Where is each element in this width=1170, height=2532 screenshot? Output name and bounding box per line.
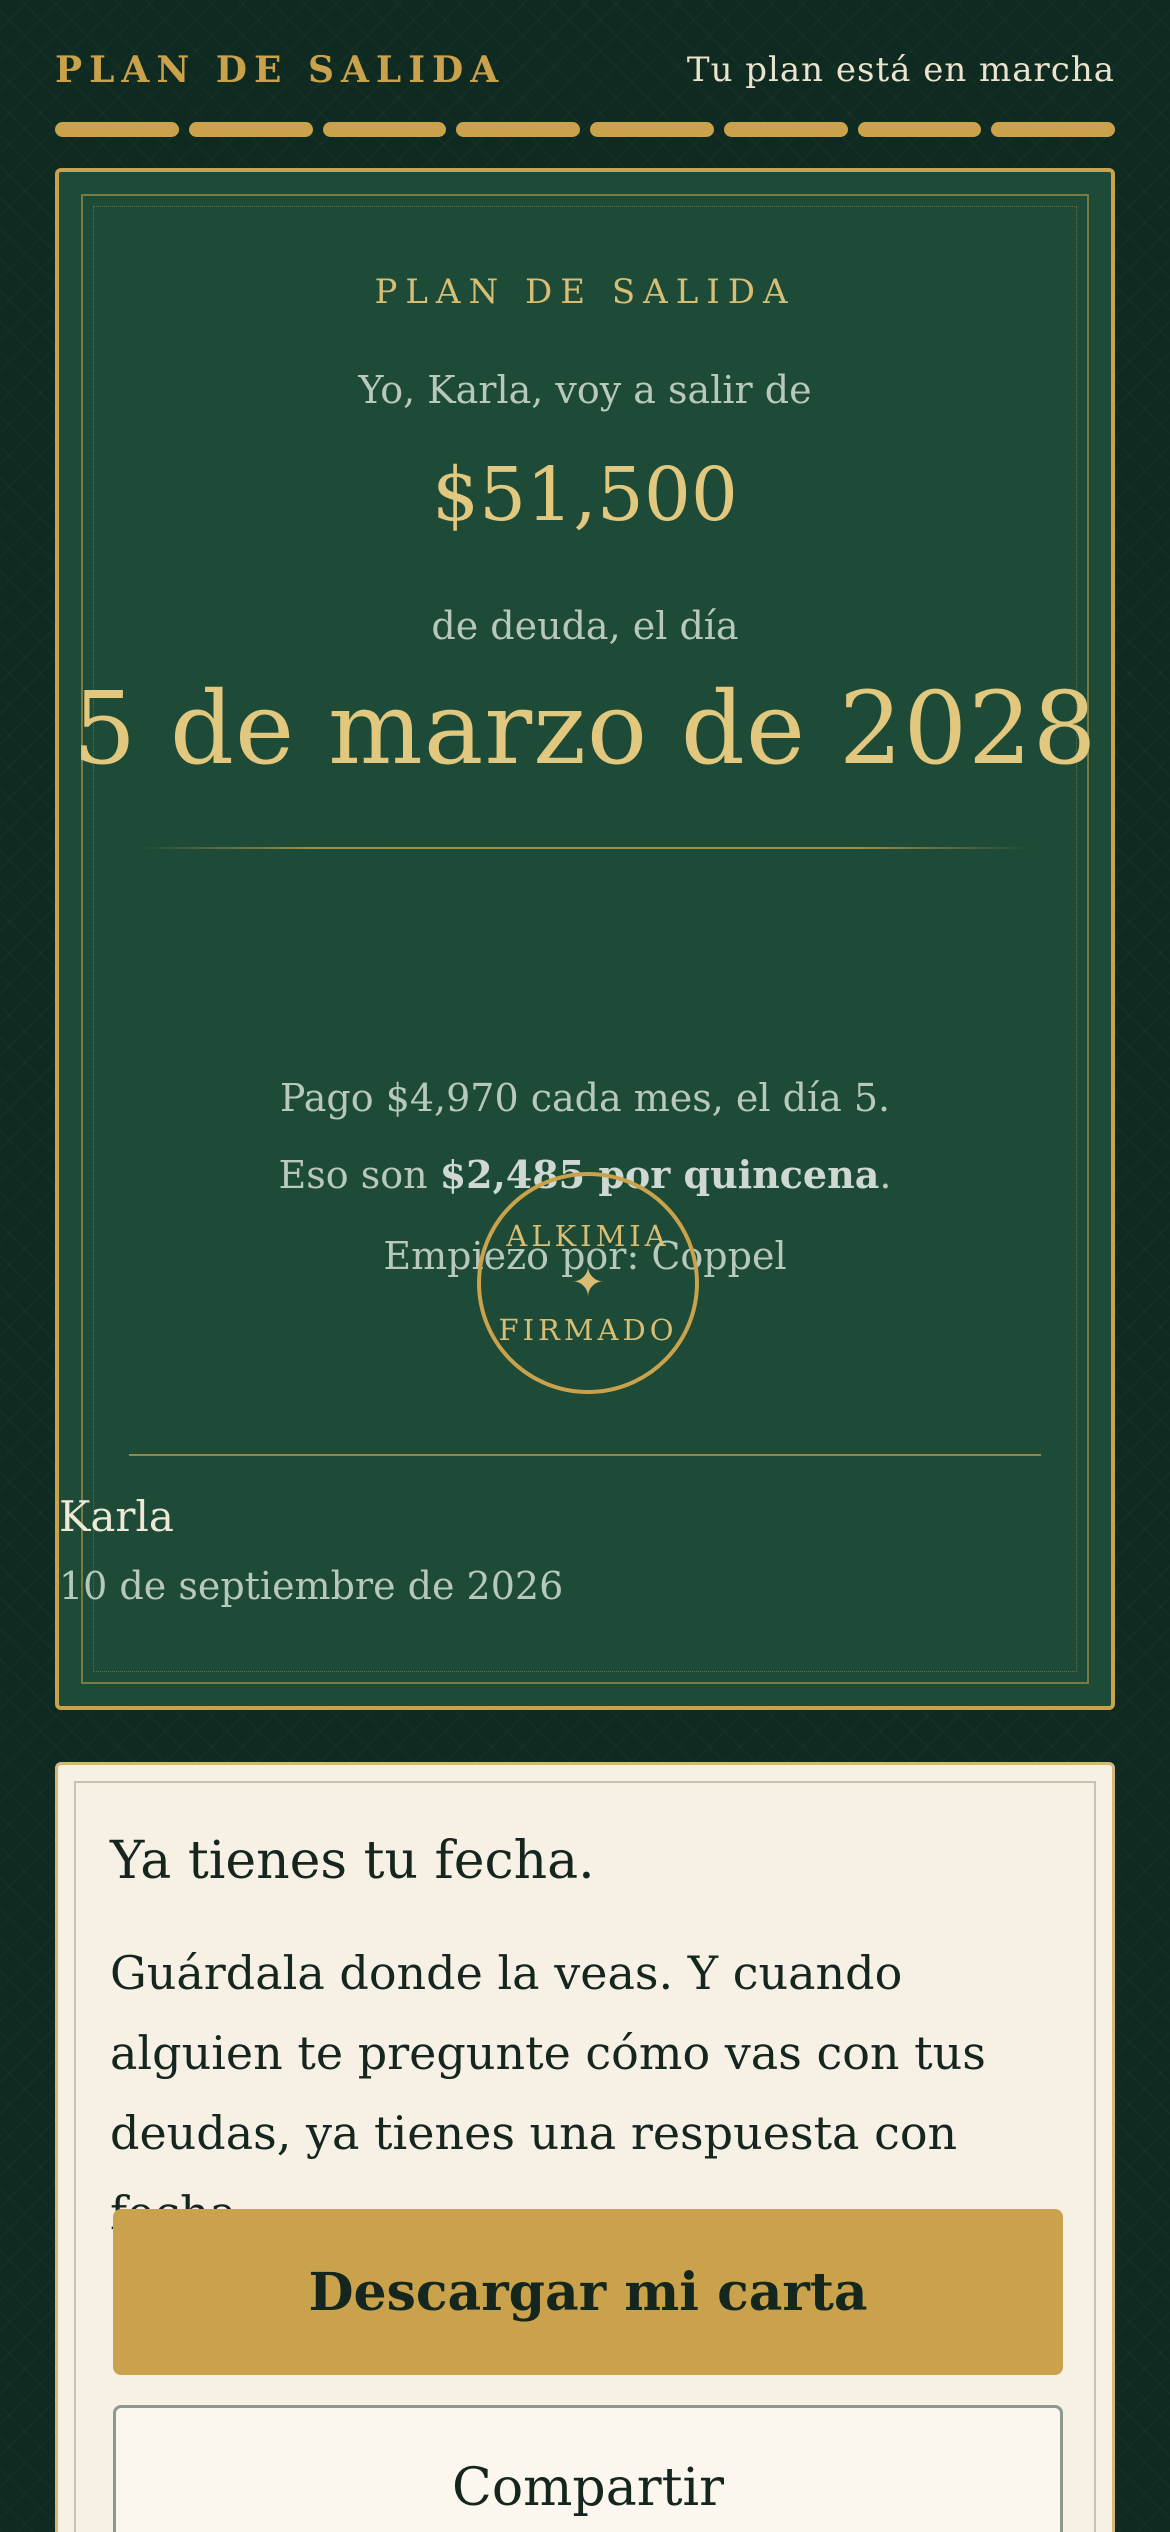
signature-date: 10 de septiembre de 2026 xyxy=(59,1564,564,1608)
signature-line xyxy=(129,1454,1041,1456)
progress-step xyxy=(857,122,982,137)
brand-title: PLAN DE SALIDA xyxy=(55,49,506,91)
exit-plan-certificate: PLAN DE SALIDA Yo, Karla, voy a salir de… xyxy=(55,168,1115,1710)
top-header: PLAN DE SALIDA Tu plan está en marcha xyxy=(55,40,1115,100)
debt-amount: $51,500 xyxy=(431,452,738,538)
signer-name: Karla xyxy=(59,1492,174,1541)
panel-heading: Ya tienes tu fecha. xyxy=(110,1831,595,1891)
certificate-title: PLAN DE SALIDA xyxy=(374,272,796,312)
monthly-payment: Pago $4,970 cada mes, el día 5. xyxy=(279,1076,891,1120)
biweekly-suffix: . xyxy=(879,1153,892,1197)
certificate-content: PLAN DE SALIDA Yo, Karla, voy a salir de… xyxy=(59,172,1111,1706)
progress-step xyxy=(991,122,1115,137)
progress-step xyxy=(55,122,179,137)
exit-date: 5 de marzo de 2028 xyxy=(72,670,1098,787)
share-button[interactable]: Compartir xyxy=(113,2405,1063,2532)
star-icon: ✦ xyxy=(571,1260,605,1306)
progress-step xyxy=(322,122,447,137)
debt-text: de deuda, el día xyxy=(431,604,739,648)
progress-step xyxy=(456,122,580,137)
biweekly-prefix: Eso son xyxy=(278,1153,440,1197)
download-letter-button[interactable]: Descargar mi carta xyxy=(113,2209,1063,2375)
progress-bar xyxy=(55,122,1115,138)
progress-step xyxy=(723,122,848,137)
plan-status: Tu plan está en marcha xyxy=(686,50,1115,90)
certificate-intro: Yo, Karla, voy a salir de xyxy=(358,368,812,412)
signed-seal: ALKIMIA ✦ FIRMADO xyxy=(477,1172,699,1394)
seal-signed: FIRMADO xyxy=(498,1313,678,1347)
next-steps-panel: Ya tienes tu fecha. Guárdala donde la ve… xyxy=(55,1762,1115,2532)
panel-body: Guárdala donde la veas. Y cuando alguien… xyxy=(110,1946,986,2240)
progress-step xyxy=(188,122,313,137)
progress-step xyxy=(590,122,714,137)
seal-brand: ALKIMIA xyxy=(506,1219,670,1253)
certificate-divider xyxy=(139,847,1031,849)
biweekly-amount: $2,485 por quincena xyxy=(439,1152,880,1197)
